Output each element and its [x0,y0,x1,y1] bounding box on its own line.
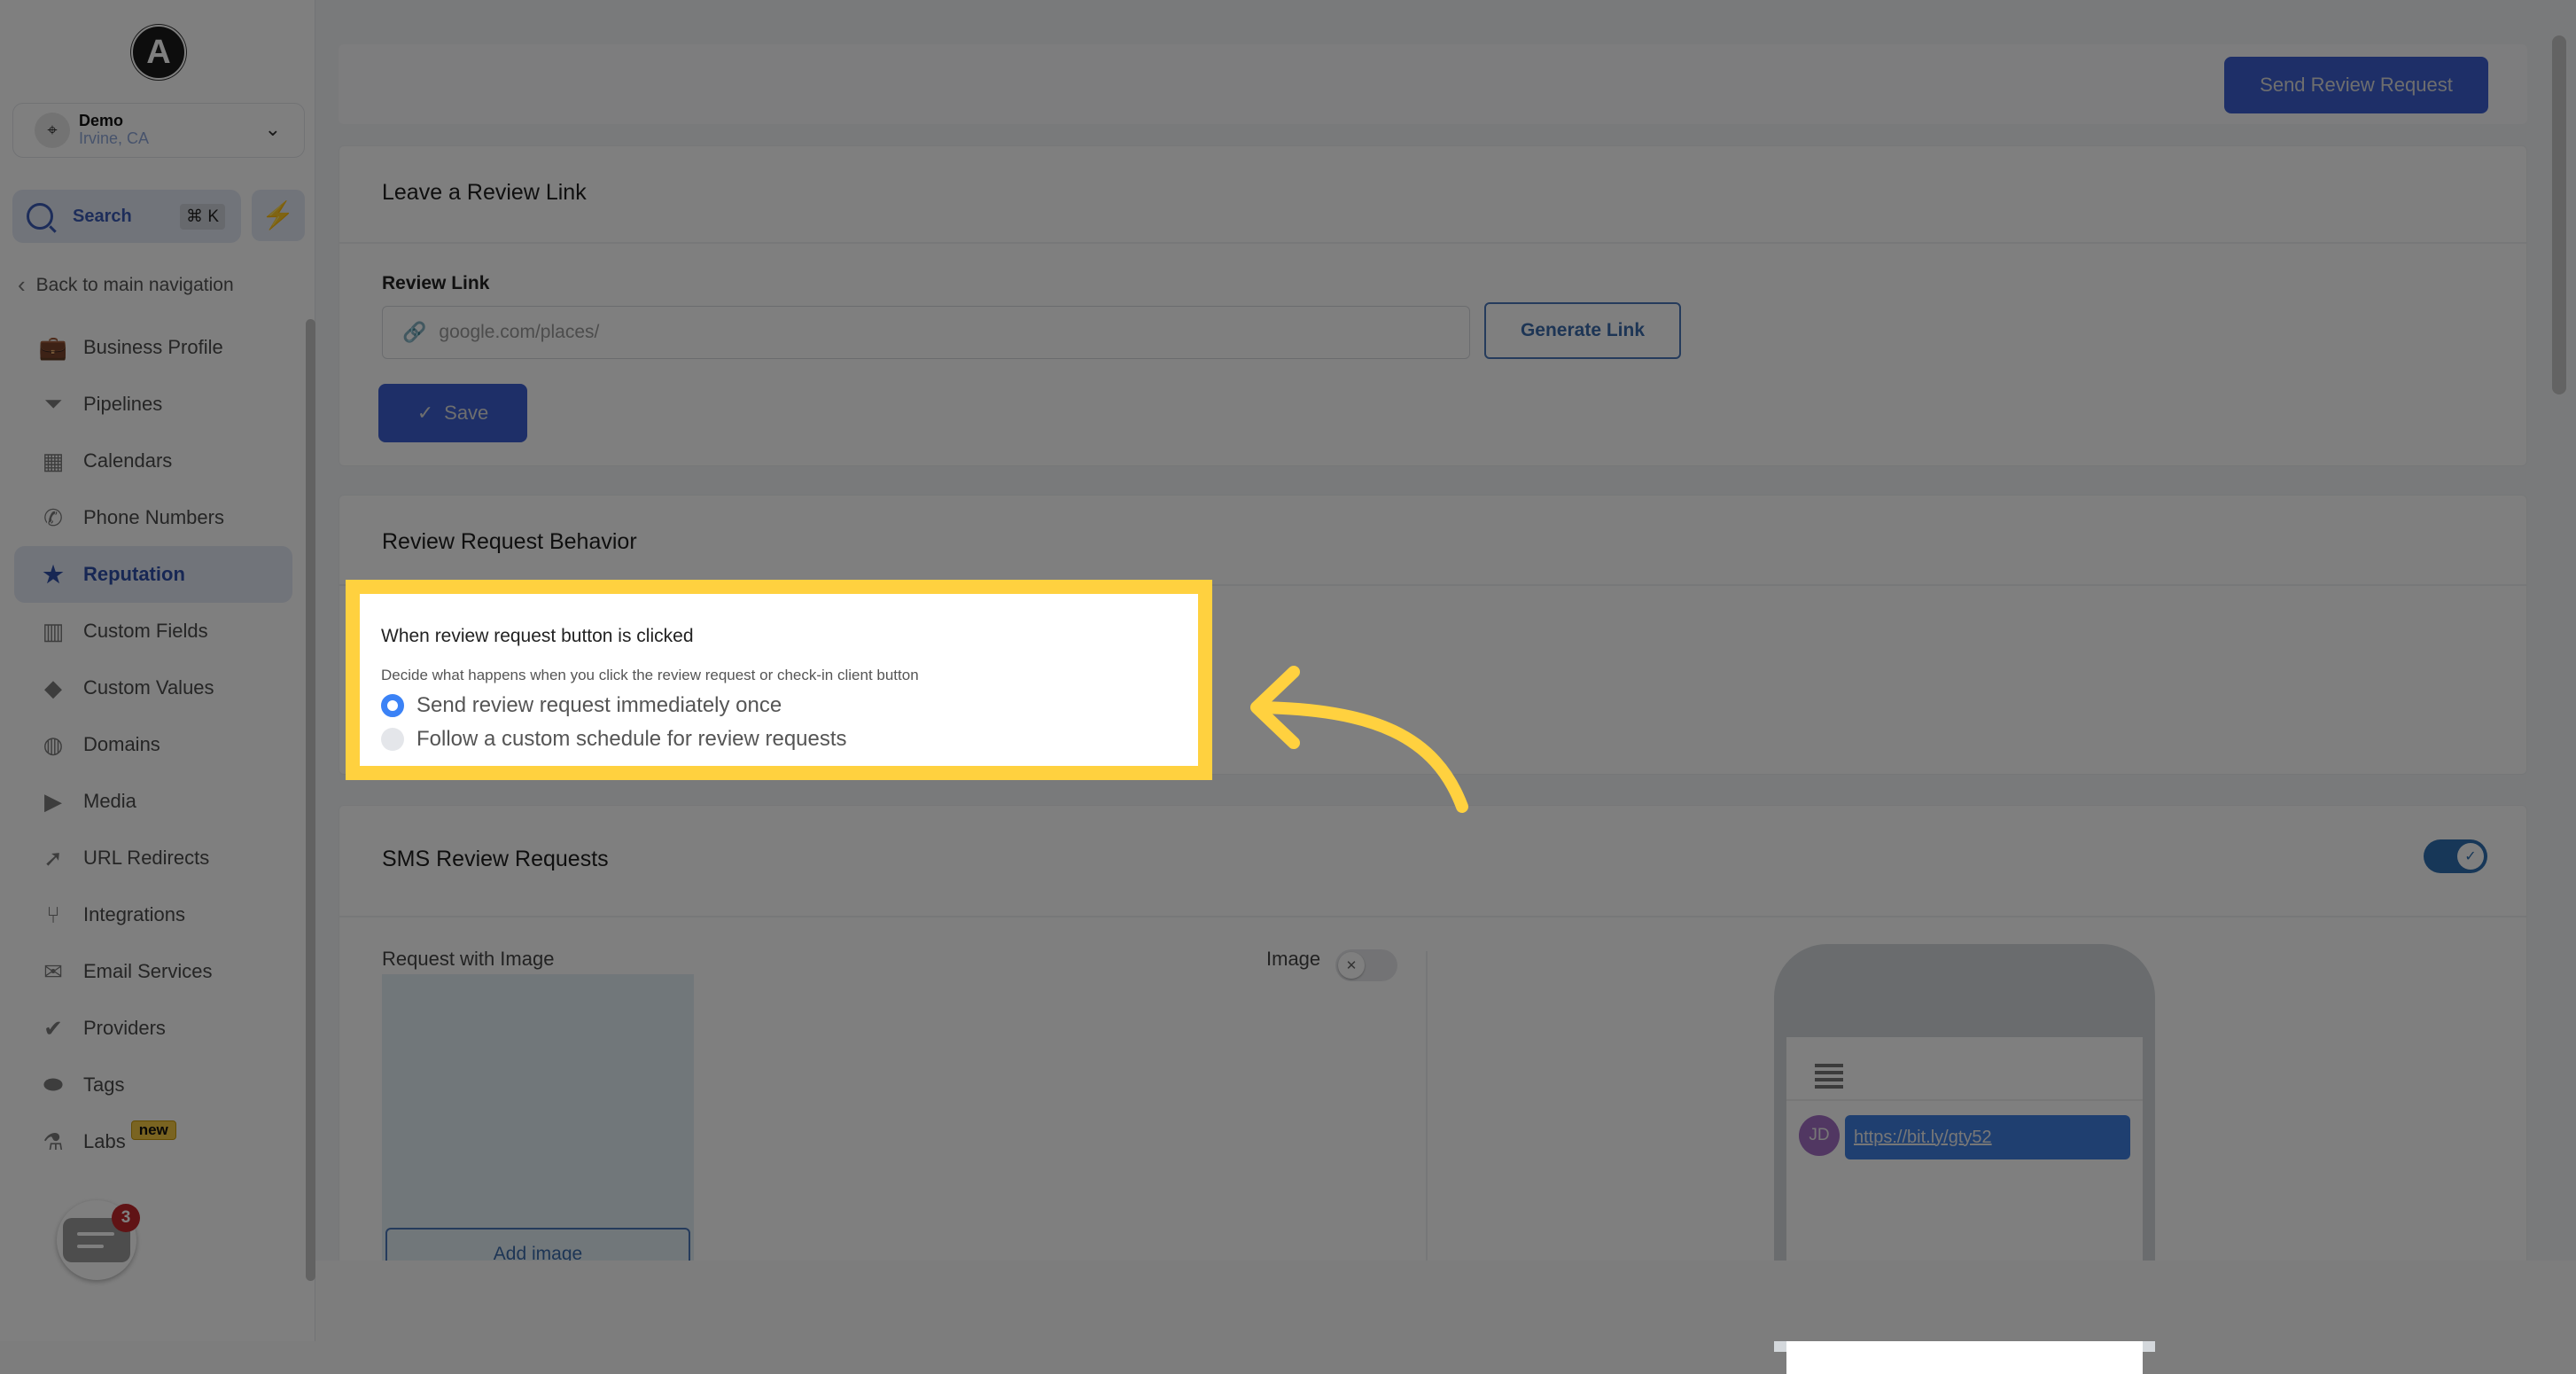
callout-arrow-icon [1250,666,1468,813]
behavior-description: Decide what happens when you click the r… [381,667,919,683]
behavior-question: When review request button is clicked [381,626,694,646]
radio-custom-schedule[interactable]: Follow a custom schedule for review requ… [381,727,847,752]
radio-send-immediately[interactable]: Send review request immediately once [381,693,782,718]
highlighted-review-behavior-panel: When review request button is clicked De… [346,580,1212,780]
radio-label: Send review request immediately once [416,693,782,717]
radio-label: Follow a custom schedule for review requ… [416,727,847,751]
radio-selected[interactable] [381,694,404,717]
radio-unselected[interactable] [381,728,404,751]
